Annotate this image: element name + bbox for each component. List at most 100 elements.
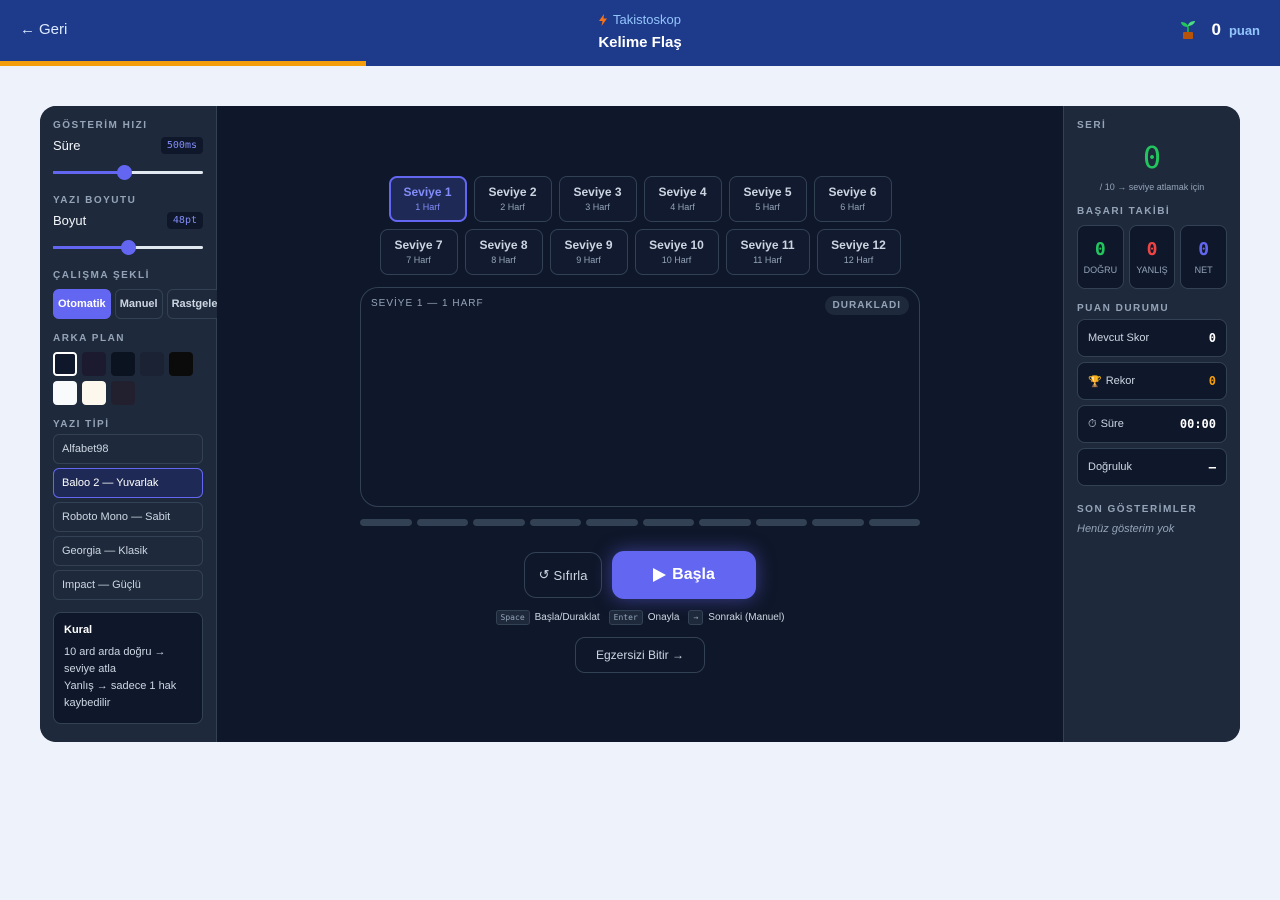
- progress-dot: [812, 519, 864, 526]
- rule-text: 10 ard arda doğru → seviye atla Yanlış →…: [64, 644, 192, 712]
- flash-display: SEVİYE 1 — 1 HARF DURAKLADI: [360, 287, 920, 507]
- level-button-7[interactable]: Seviye 7 7 Harf: [379, 229, 458, 275]
- top-bar: ← Geri Takistoskop Kelime Flaş 0 puan: [0, 0, 1280, 66]
- background-swatch[interactable]: [53, 352, 77, 376]
- level-name: Seviye 1: [403, 185, 452, 199]
- font-option[interactable]: Impact — Güçlü: [53, 570, 203, 600]
- size-slider[interactable]: [53, 240, 203, 255]
- level-button-10[interactable]: Seviye 10 10 Harf: [634, 229, 719, 275]
- level-button-1[interactable]: Seviye 1 1 Harf: [388, 176, 467, 222]
- keyboard-hints: Space Başla/Duraklat Enter Onayla → Sonraki (…: [217, 610, 1063, 625]
- time-row: ⏱ Süre 00:00: [1077, 405, 1227, 443]
- size-slider-fill: [53, 246, 128, 249]
- net-stat: 0 NET: [1180, 225, 1228, 289]
- tracking-title: BAŞARI TAKİBİ: [1077, 206, 1171, 217]
- level-row-2: Seviye 7 7 Harf Seviye 8 8 Harf Seviye 9 9 Ha…: [217, 229, 1063, 275]
- score-list: Mevcut Skor 0 🏆 Rekor 0 ⏱ Süre 00:00 Doğ…: [1077, 319, 1227, 486]
- level-button-2[interactable]: Seviye 2 2 Harf: [473, 176, 552, 222]
- mode-option-rastgele[interactable]: Rastgele: [166, 289, 223, 319]
- wrong-stat: 0 YANLIŞ: [1128, 225, 1176, 289]
- mode-section-title: ÇALIŞMA ŞEKLİ: [53, 270, 150, 281]
- exercise-progress-bar: [0, 61, 367, 66]
- level-button-8[interactable]: Seviye 8 8 Harf: [464, 229, 543, 275]
- header-score: 0 puan: [1179, 20, 1260, 40]
- level-letter-count: 4 Harf: [670, 202, 695, 212]
- time-label-group: ⏱ Süre: [1088, 418, 1124, 431]
- progress-dot: [699, 519, 751, 526]
- reset-button[interactable]: ↺ Sıfırla: [524, 552, 602, 598]
- rule-line-1: 10 ard arda doğru → seviye atla: [64, 646, 166, 675]
- background-swatch[interactable]: [53, 381, 77, 405]
- level-letter-count: 2 Harf: [500, 202, 525, 212]
- background-swatch[interactable]: [111, 381, 135, 405]
- play-icon: [653, 568, 667, 582]
- level-row-1: Seviye 1 1 Harf Seviye 2 2 Harf Seviye 3 3 Ha…: [217, 176, 1063, 222]
- level-letter-count: 5 Harf: [755, 202, 780, 212]
- start-button[interactable]: Başla: [612, 551, 756, 599]
- font-option[interactable]: Roboto Mono — Sabit: [53, 502, 203, 532]
- level-button-11[interactable]: Seviye 11 11 Harf: [725, 229, 810, 275]
- record-row: 🏆 Rekor 0: [1077, 362, 1227, 400]
- font-list: Alfabet98 Baloo 2 — Yuvarlak Roboto Mono —…: [53, 434, 203, 600]
- key-badge: Enter: [608, 610, 643, 625]
- streak-note: / 10 → seviye atlamak için: [1099, 182, 1205, 192]
- background-swatch[interactable]: [111, 352, 135, 376]
- streak-value: 0: [1142, 141, 1162, 176]
- speed-slider[interactable]: [53, 165, 203, 180]
- level-letter-count: 3 Harf: [585, 202, 610, 212]
- level-button-6[interactable]: Seviye 6 6 Harf: [813, 176, 892, 222]
- level-letter-count: 11 Harf: [753, 255, 782, 265]
- settings-panel: GÖSTERİM HIZI Süre 500ms YAZI BOYUTU Boy…: [40, 106, 223, 742]
- size-section-title: YAZI BOYUTU: [53, 195, 137, 206]
- size-value: 48pt: [166, 212, 203, 229]
- level-button-4[interactable]: Seviye 4 4 Harf: [643, 176, 722, 222]
- finish-exercise-button[interactable]: Egzersizi Bitir →: [575, 637, 705, 673]
- page-title: Kelime Flaş: [598, 33, 682, 51]
- level-name: Seviye 10: [649, 238, 704, 252]
- speed-label: Süre: [53, 138, 81, 153]
- background-swatch[interactable]: [140, 352, 164, 376]
- exercise-area: Seviye 1 1 Harf Seviye 2 2 Harf Seviye 3 3 Ha…: [217, 106, 1063, 742]
- progress-dot: [360, 519, 412, 526]
- level-button-3[interactable]: Seviye 3 3 Harf: [558, 176, 637, 222]
- background-swatch[interactable]: [169, 352, 193, 376]
- sprout-icon: [1181, 21, 1196, 39]
- font-option[interactable]: Alfabet98: [53, 434, 203, 464]
- rule-title: Kural: [64, 624, 93, 636]
- subtitle-text: Takistoskop: [613, 12, 681, 27]
- speed-section-title: GÖSTERİM HIZI: [53, 120, 148, 131]
- level-name: Seviye 5: [743, 185, 792, 199]
- key-badge: Space: [495, 610, 530, 625]
- display-caption: SEVİYE 1 — 1 HARF: [371, 298, 484, 309]
- accuracy-row: Doğruluk –: [1077, 448, 1227, 486]
- reset-icon: ↺: [538, 567, 550, 582]
- accuracy-value: –: [1208, 460, 1216, 474]
- current-score-label: Mevcut Skor: [1088, 332, 1150, 344]
- key-badge: →: [688, 610, 704, 625]
- mode-option-otomatik[interactable]: Otomatik: [53, 289, 111, 319]
- mode-option-manuel[interactable]: Manuel: [114, 289, 163, 319]
- level-button-5[interactable]: Seviye 5 5 Harf: [728, 176, 807, 222]
- scores-title: PUAN DURUMU: [1077, 303, 1170, 314]
- progress-dots: [360, 519, 920, 526]
- background-swatch[interactable]: [82, 381, 106, 405]
- level-name: Seviye 7: [394, 238, 443, 252]
- font-option[interactable]: Baloo 2 — Yuvarlak: [53, 468, 203, 498]
- level-letter-count: 12 Harf: [843, 255, 874, 265]
- font-option[interactable]: Georgia — Klasik: [53, 536, 203, 566]
- level-name: Seviye 11: [740, 238, 795, 252]
- progress-dot: [473, 519, 525, 526]
- background-swatch[interactable]: [82, 352, 106, 376]
- level-name: Seviye 2: [488, 185, 537, 199]
- speed-slider-thumb[interactable]: [116, 165, 132, 180]
- size-slider-thumb[interactable]: [121, 240, 136, 255]
- level-letter-count: 7 Harf: [406, 255, 431, 265]
- level-button-12[interactable]: Seviye 12 12 Harf: [816, 229, 901, 275]
- level-letter-count: 6 Harf: [840, 202, 865, 212]
- level-button-9[interactable]: Seviye 9 9 Harf: [549, 229, 628, 275]
- font-section-title: YAZI TİPİ: [53, 419, 110, 430]
- progress-dot: [642, 519, 694, 526]
- correct-value: 0: [1094, 239, 1106, 260]
- recent-empty-text: Henüz gösterim yok: [1077, 523, 1175, 535]
- background-section-title: ARKA PLAN: [53, 333, 126, 344]
